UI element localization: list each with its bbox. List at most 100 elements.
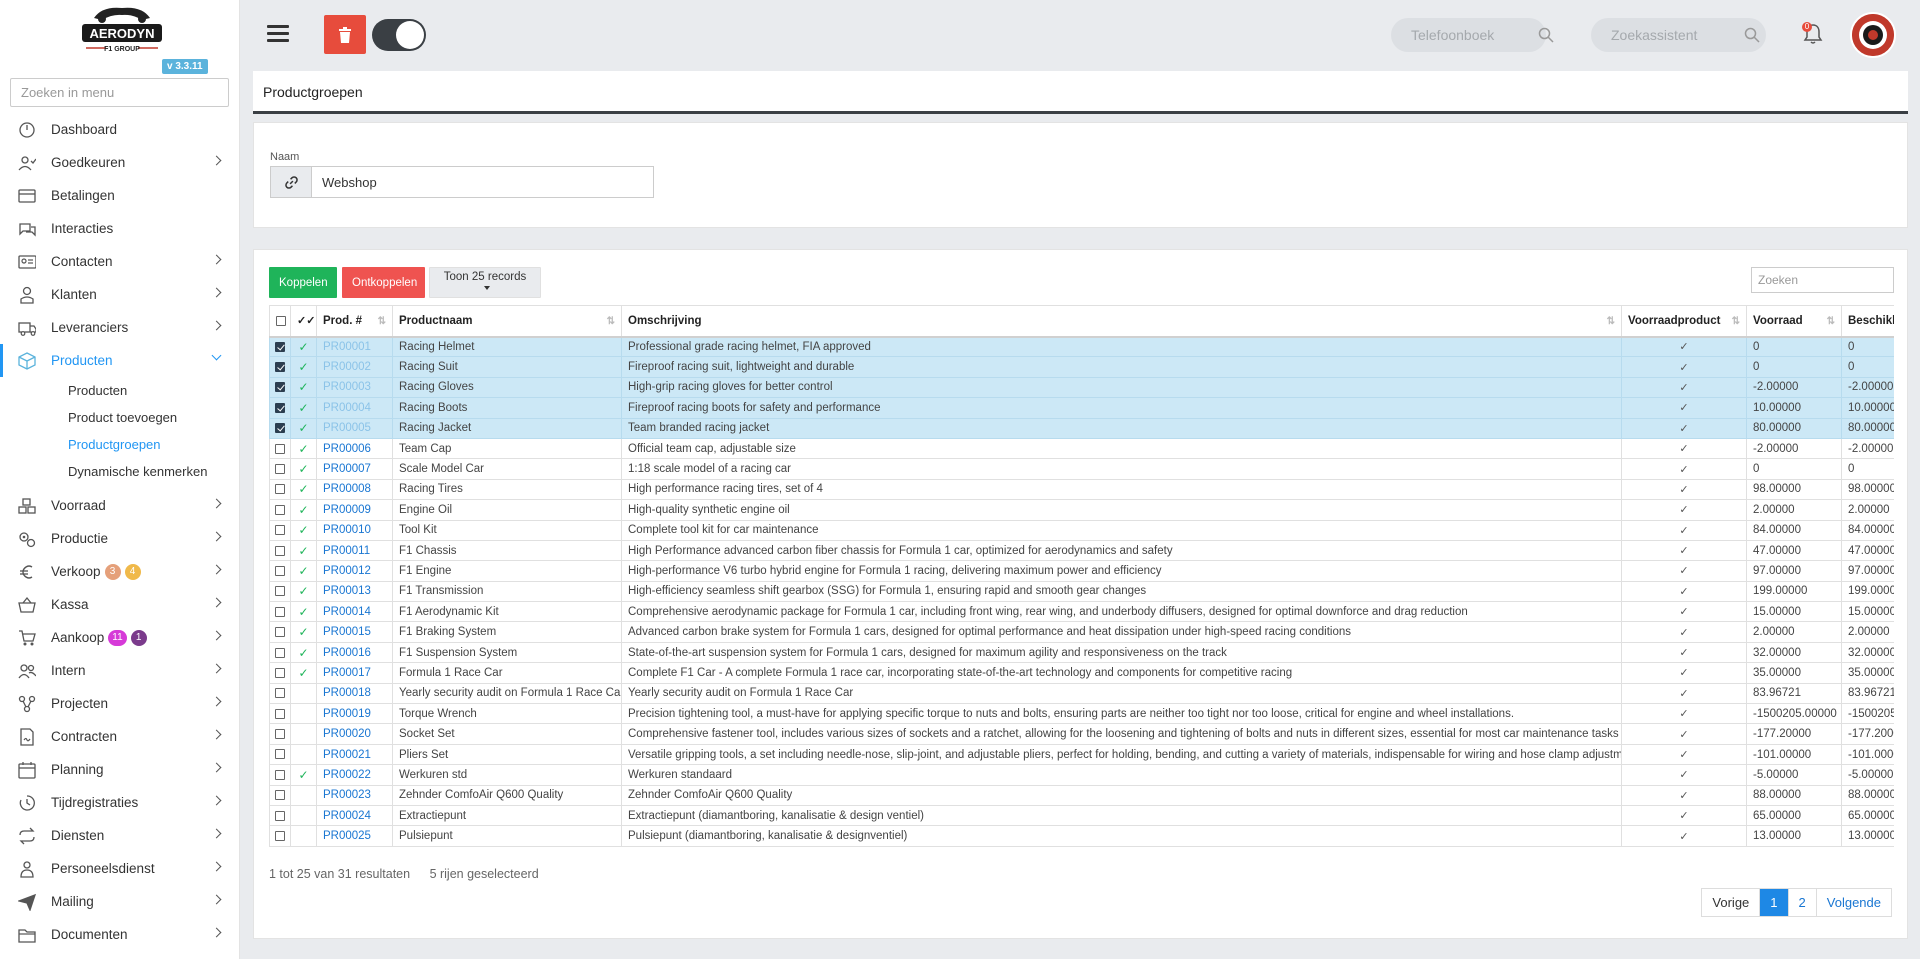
sidebar-subitem-productgroepen[interactable]: Productgroepen <box>0 431 240 458</box>
table-row[interactable]: ✓ PR00003 Racing Gloves High-grip racing gl… <box>269 376 1894 399</box>
sidebar-item-producten[interactable]: Producten <box>0 344 240 377</box>
row-checkbox[interactable] <box>275 831 285 842</box>
product-id-link[interactable]: PR00007 <box>316 458 393 480</box>
product-id-link[interactable]: PR00019 <box>316 703 393 725</box>
row-select-cell[interactable] <box>269 601 291 623</box>
next-page-button[interactable]: Volgende <box>1815 889 1891 916</box>
sidebar-item-voorraad[interactable]: Voorraad <box>0 489 240 522</box>
search-icon[interactable] <box>1744 27 1760 43</box>
row-select-cell[interactable] <box>269 397 291 419</box>
sidebar-item-leveranciers[interactable]: Leveranciers <box>0 311 240 344</box>
delete-button[interactable] <box>324 15 366 54</box>
row-select-cell[interactable] <box>269 784 291 806</box>
row-checkbox[interactable] <box>275 810 285 821</box>
sidebar-subitem-product-toevoegen[interactable]: Product toevoegen <box>0 404 240 431</box>
table-row[interactable]: ✓ PR00001 Racing Helmet Professional grade … <box>269 335 1894 358</box>
sidebar-item-projecten[interactable]: Projecten <box>0 687 240 720</box>
product-id-link[interactable]: PR00024 <box>316 804 393 827</box>
product-id-link[interactable]: PR00009 <box>316 499 393 521</box>
table-row[interactable]: ✓ PR00008 Racing Tires High performance rac… <box>269 478 1894 501</box>
records-dropdown[interactable]: Toon 25 records <box>429 267 541 298</box>
search-icon[interactable] <box>1538 27 1554 43</box>
sidebar-item-contracten[interactable]: Contracten <box>0 720 240 753</box>
table-row[interactable]: ✓ PR00014 F1 Aerodynamic Kit Comprehensive … <box>269 601 1894 623</box>
table-row[interactable]: PR00018 Yearly security audit on Formula … <box>269 682 1894 705</box>
product-id-link[interactable]: PR00002 <box>316 356 393 378</box>
row-checkbox[interactable] <box>275 708 285 719</box>
row-checkbox[interactable] <box>275 647 285 658</box>
row-checkbox[interactable] <box>275 606 285 617</box>
table-row[interactable]: ✓ PR00007 Scale Model Car 1:18 scale model … <box>269 458 1894 480</box>
table-row[interactable]: ✓ PR00011 F1 Chassis High Performance advan… <box>269 539 1894 562</box>
product-id-link[interactable]: PR00005 <box>316 417 393 439</box>
col-voorraad[interactable]: Voorraad ⇅ <box>1746 305 1842 338</box>
unlink-button[interactable]: Ontkoppelen <box>342 267 425 298</box>
row-select-cell[interactable] <box>269 335 291 358</box>
product-id-link[interactable]: PR00015 <box>316 621 393 643</box>
table-row[interactable]: ✓ PR00016 F1 Suspension System State-of-the… <box>269 641 1894 664</box>
product-id-link[interactable]: PR00006 <box>316 437 393 460</box>
sidebar-item-goedkeuren[interactable]: Goedkeuren <box>0 146 240 179</box>
product-id-link[interactable]: PR00013 <box>316 580 393 603</box>
product-id-link[interactable]: PR00021 <box>316 743 393 766</box>
product-id-link[interactable]: PR00016 <box>316 641 393 664</box>
sidebar-subitem-producten[interactable]: Producten <box>0 377 240 404</box>
row-select-cell[interactable] <box>269 662 291 684</box>
user-avatar[interactable] <box>1850 12 1896 58</box>
table-row[interactable]: ✓ PR00002 Racing Suit Fireproof racing suit… <box>269 356 1894 378</box>
sidebar-subitem-dynamische-kenmerken[interactable]: Dynamische kenmerken <box>0 458 240 485</box>
row-checkbox[interactable] <box>275 423 285 434</box>
sidebar-item-aankoop[interactable]: Aankoop 11 1 <box>0 621 240 654</box>
row-select-cell[interactable] <box>269 723 291 745</box>
product-id-link[interactable]: PR00011 <box>316 539 393 562</box>
table-search-input[interactable] <box>1751 267 1894 293</box>
row-select-cell[interactable] <box>269 356 291 378</box>
col-beschikbaar[interactable]: Beschikbaar <box>1841 305 1894 338</box>
product-id-link[interactable]: PR00023 <box>316 784 393 806</box>
row-checkbox[interactable] <box>275 504 285 515</box>
row-select-cell[interactable] <box>269 804 291 827</box>
row-checkbox[interactable] <box>275 402 285 413</box>
product-id-link[interactable]: PR00001 <box>316 335 393 358</box>
sidebar-item-klanten[interactable]: Klanten <box>0 278 240 311</box>
row-checkbox[interactable] <box>275 464 285 474</box>
product-id-link[interactable]: PR00014 <box>316 601 393 623</box>
mode-toggle[interactable] <box>372 19 426 51</box>
table-row[interactable]: PR00025 Pulsiepunt Pulsiepunt (diamantbori… <box>269 825 1894 847</box>
row-select-cell[interactable] <box>269 621 291 643</box>
hamburger-menu-icon[interactable] <box>267 25 289 43</box>
row-checkbox[interactable] <box>275 545 285 556</box>
row-checkbox[interactable] <box>275 484 285 495</box>
row-checkbox[interactable] <box>275 525 285 536</box>
row-select-cell[interactable] <box>269 825 291 847</box>
table-row[interactable]: PR00023 Zehnder ComfoAir Q600 Quality Zehn… <box>269 784 1894 806</box>
product-id-link[interactable]: PR00004 <box>316 397 393 419</box>
row-select-cell[interactable] <box>269 437 291 460</box>
sidebar-item-verkoop[interactable]: Verkoop 3 4 <box>0 555 240 588</box>
row-select-cell[interactable] <box>269 539 291 562</box>
product-id-link[interactable]: PR00003 <box>316 376 393 399</box>
table-row[interactable]: ✓ PR00015 F1 Braking System Advanced carbon… <box>269 621 1894 643</box>
table-row[interactable]: PR00024 Extractiepunt Extractiepunt (diama… <box>269 804 1894 827</box>
product-id-link[interactable]: PR00010 <box>316 519 393 541</box>
page-1-button[interactable]: 1 <box>1759 889 1788 916</box>
row-checkbox[interactable] <box>275 688 285 699</box>
product-id-link[interactable]: PR00017 <box>316 662 393 684</box>
row-select-cell[interactable] <box>269 499 291 521</box>
row-select-cell[interactable] <box>269 682 291 705</box>
table-row[interactable]: ✓ PR00010 Tool Kit Complete tool kit for ca… <box>269 519 1894 541</box>
table-row[interactable]: ✓ PR00005 Racing Jacket Team branded racing… <box>269 417 1894 439</box>
sidebar-item-tijdregistraties[interactable]: Tijdregistraties <box>0 786 240 819</box>
row-select-cell[interactable] <box>269 519 291 541</box>
sidebar-item-intern[interactable]: Intern <box>0 654 240 687</box>
product-id-link[interactable]: PR00022 <box>316 764 393 786</box>
sidebar-item-kassa[interactable]: Kassa <box>0 588 240 621</box>
table-row[interactable]: PR00020 Socket Set Comprehensive fastener … <box>269 723 1894 745</box>
row-select-cell[interactable] <box>269 703 291 725</box>
row-select-cell[interactable] <box>269 580 291 603</box>
sidebar-item-planning[interactable]: Planning <box>0 753 240 786</box>
product-id-link[interactable]: PR00008 <box>316 478 393 501</box>
row-checkbox[interactable] <box>275 586 285 597</box>
row-checkbox[interactable] <box>275 667 285 678</box>
row-checkbox[interactable] <box>275 443 285 454</box>
